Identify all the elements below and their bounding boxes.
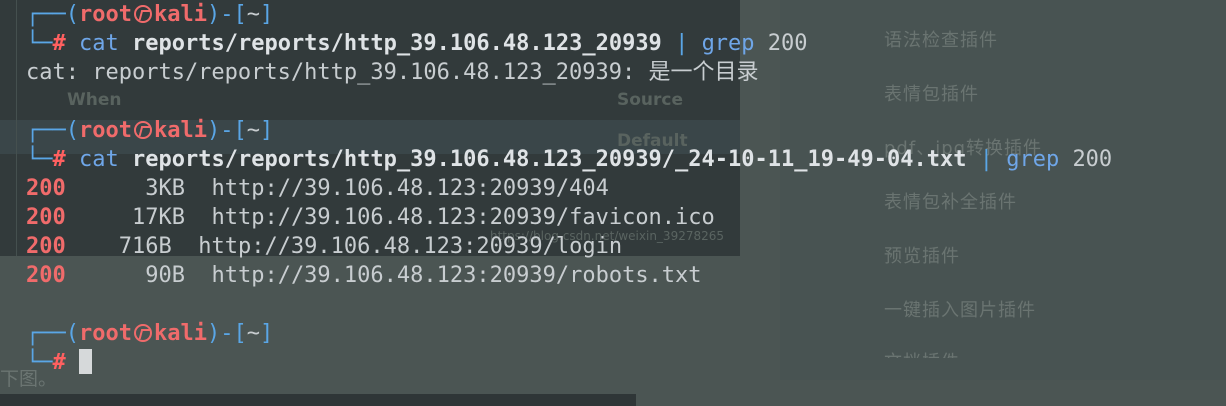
prompt-line: ┌──(root kali)-[~] <box>26 319 273 348</box>
response-url: http://39.106.48.123:20939/login <box>198 234 623 259</box>
prompt-host: kali <box>153 321 207 346</box>
command-input-line[interactable]: └─# <box>26 348 92 377</box>
prompt-hash: # <box>52 147 66 172</box>
command-path: reports/reports/http_39.106.48.123_20939… <box>132 147 967 172</box>
prompt-user: root <box>78 2 132 27</box>
prompt-bracket: )-[ <box>206 321 247 346</box>
grep-command: grep <box>701 31 755 56</box>
pipe-symbol: | <box>979 147 993 172</box>
grep-argument: 200 <box>767 31 808 56</box>
response-url: http://39.106.48.123:20939/favicon.ico <box>211 205 715 230</box>
status-code: 200 <box>26 234 66 259</box>
output-row: 200 3KB http://39.106.48.123:20939/404 <box>26 174 609 203</box>
command-line: └─# cat reports/reports/http_39.106.48.1… <box>26 29 808 58</box>
prompt-bracket: )-[ <box>206 2 247 27</box>
output-row: 200 17KB http://39.106.48.123:20939/favi… <box>26 203 715 232</box>
response-size: 17KB <box>118 205 185 230</box>
response-size: 90B <box>118 263 199 288</box>
terminal[interactable]: ┌──(root kali)-[~] └─# cat reports/report… <box>0 0 1226 406</box>
prompt-arrow: └─ <box>26 147 53 172</box>
kali-icon <box>133 121 152 139</box>
status-code: 200 <box>26 176 66 201</box>
prompt-arrow: └─ <box>26 350 53 375</box>
prompt-host: kali <box>153 118 207 143</box>
response-size: 3KB <box>118 176 185 201</box>
prompt-line: ┌──(root kali)-[~] <box>26 116 273 145</box>
prompt-bracket: ] <box>259 118 274 143</box>
response-url: http://39.106.48.123:20939/robots.txt <box>211 263 702 288</box>
prompt-bracket: ] <box>259 2 274 27</box>
response-url: http://39.106.48.123:20939/404 <box>211 176 609 201</box>
command-name: cat <box>79 31 119 56</box>
command-line: └─# cat reports/reports/http_39.106.48.1… <box>26 145 1112 174</box>
pipe-symbol: | <box>675 31 689 56</box>
prompt-cwd: ~ <box>246 2 260 27</box>
prompt-bracket: )-[ <box>206 118 247 143</box>
prompt-bracket: ┌──( <box>26 2 79 27</box>
command-name: cat <box>79 147 119 172</box>
prompt-user: root <box>78 321 132 346</box>
output-row: 200 90B http://39.106.48.123:20939/robot… <box>26 261 702 290</box>
prompt-hash: # <box>52 350 66 375</box>
prompt-line: ┌──(root kali)-[~] <box>26 0 273 29</box>
prompt-cwd: ~ <box>246 321 260 346</box>
status-code: 200 <box>26 263 66 288</box>
text-cursor[interactable] <box>79 349 92 374</box>
grep-argument: 200 <box>1072 147 1113 172</box>
command-path: reports/reports/http_39.106.48.123_20939 <box>132 31 662 56</box>
kali-icon <box>133 5 152 23</box>
command-output: cat: reports/reports/http_39.106.48.123_… <box>26 60 759 85</box>
prompt-user: root <box>78 118 132 143</box>
output-row: 200 716B http://39.106.48.123:20939/logi… <box>26 232 622 261</box>
grep-command: grep <box>1006 147 1060 172</box>
prompt-host: kali <box>153 2 207 27</box>
response-size: 716B <box>118 234 185 259</box>
prompt-arrow: └─ <box>26 31 53 56</box>
status-code: 200 <box>26 205 66 230</box>
prompt-bracket: ] <box>259 321 274 346</box>
kali-icon <box>133 324 152 342</box>
prompt-cwd: ~ <box>246 118 260 143</box>
prompt-bracket: ┌──( <box>26 321 79 346</box>
prompt-hash: # <box>52 31 66 56</box>
prompt-bracket: ┌──( <box>26 118 79 143</box>
